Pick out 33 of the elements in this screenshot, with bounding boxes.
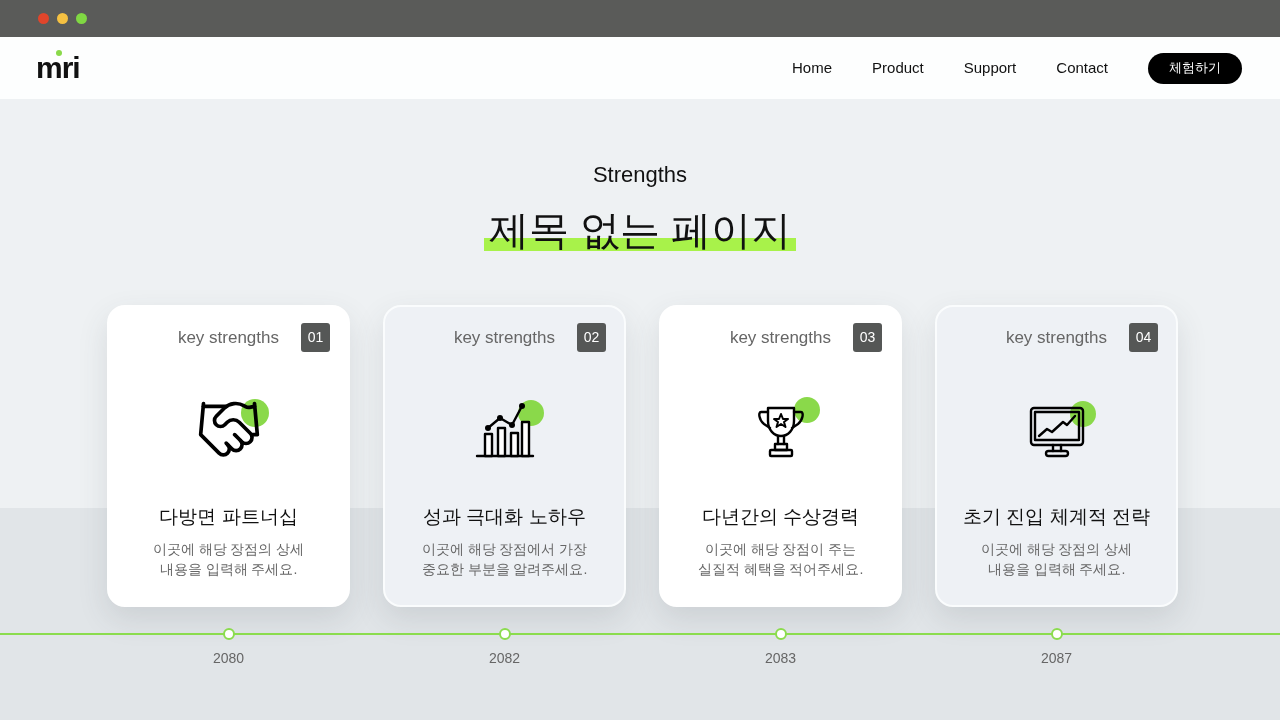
timeline-marker-icon (498, 628, 511, 640)
logo[interactable]: mri (36, 53, 80, 83)
card-title: 초기 진입 체계적 전략 (963, 505, 1150, 529)
nav-link[interactable]: Product (872, 56, 924, 80)
number-badge: 01 (301, 323, 330, 352)
card-title: 다방면 파트너십 (159, 505, 298, 529)
nav-link[interactable]: Contact (1056, 56, 1108, 80)
card-title: 성과 극대화 노하우 (423, 505, 586, 529)
card-title: 다년간의 수상경력 (701, 505, 860, 529)
nav-link[interactable]: Home (792, 56, 833, 80)
number-badge: 03 (853, 323, 882, 352)
timeline-marker-icon (1050, 628, 1063, 640)
timeline-marker-icon (774, 628, 787, 640)
card-description: 이곳에 해당 장점이 주는 실질적 혜택을 적어주세요. (697, 540, 864, 579)
year-label: 2082 (488, 649, 521, 668)
cta-button[interactable]: 체험하기 (1148, 52, 1242, 84)
window-control-icon[interactable] (76, 13, 87, 24)
card-tag: key strengths (1005, 324, 1107, 351)
card-tag: key strengths (177, 324, 279, 351)
nav-link[interactable]: Support (963, 56, 1017, 80)
card-tag: key strengths (453, 324, 555, 351)
year-label: 2087 (1040, 649, 1073, 668)
year-label: 2080 (212, 649, 245, 668)
card-tag: key strengths (729, 324, 831, 351)
section-eyebrow: Strengths (592, 161, 688, 189)
timeline-marker-icon (222, 628, 235, 640)
number-badge: 02 (577, 323, 606, 352)
card-description: 이곳에 해당 장점의 상세 내용을 입력해 주세요. (980, 540, 1133, 579)
window-control-icon[interactable] (57, 13, 68, 24)
card-description: 이곳에 해당 장점의 상세 내용을 입력해 주세요. (152, 540, 305, 579)
number-badge: 04 (1129, 323, 1158, 352)
card-description: 이곳에 해당 장점에서 가장 중요한 부분을 알려주세요. (421, 540, 588, 579)
year-label: 2083 (764, 649, 797, 668)
